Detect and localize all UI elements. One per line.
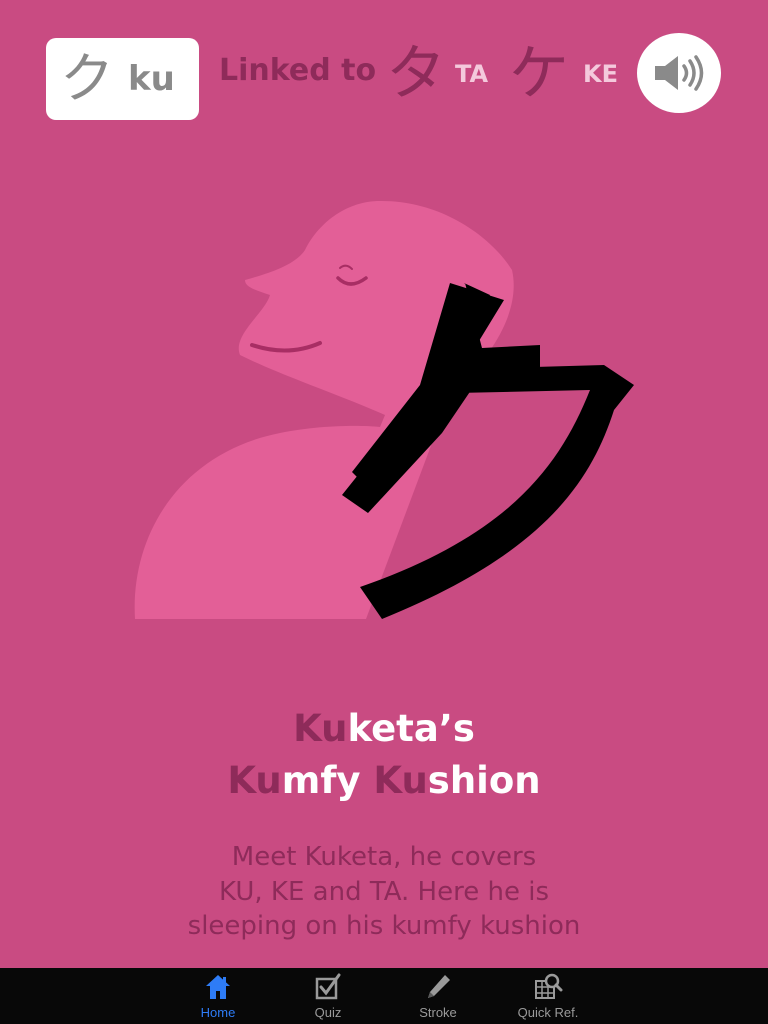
title-highlight-ku: Ku [227,759,282,802]
tab-bar: Home Quiz Stroke Quick Ref. [0,968,768,1024]
current-character-card: ク ku [46,38,199,120]
tab-label-quiz: Quiz [314,1005,342,1020]
tab-quick-ref[interactable]: Quick Ref. [493,968,603,1024]
tab-label-quick-ref: Quick Ref. [517,1005,579,1020]
title-highlight-ku: Ku [373,759,428,802]
title-text: keta’s [347,707,475,750]
tab-home[interactable]: Home [163,968,273,1024]
mnemonic-title-line-1: Kuketa’s [0,710,768,747]
title-highlight-ku: Ku [293,707,348,750]
speaker-icon [655,55,704,91]
play-sound-button[interactable] [637,33,721,113]
home-icon [206,975,230,999]
linked-kana-ta[interactable]: タ [386,44,446,104]
title-text: shion [427,759,541,802]
tab-label-home: Home [200,1005,236,1020]
linked-romaji-ta[interactable]: TA [455,62,488,86]
description-line: sleeping on his kumfy kushion [187,911,581,941]
tab-quiz[interactable]: Quiz [273,968,383,1024]
linked-to-label: Linked to [219,53,377,88]
current-kana: ク [60,47,114,110]
quiz-checkbox-icon [315,973,341,1000]
grid-search-icon [535,973,563,999]
linked-kana-ke[interactable]: ケ [509,44,569,104]
title-text: mfy [281,759,374,802]
description-line: KU, KE and TA. Here he is [219,876,549,907]
tab-stroke[interactable]: Stroke [383,968,493,1024]
tab-label-stroke: Stroke [419,1005,457,1020]
mnemonic-illustration [120,195,660,635]
description-line: Meet Kuketa, he covers [231,842,537,872]
pencil-icon [428,975,450,998]
mnemonic-title-line-2: Kumfy Kushion [0,762,768,799]
linked-romaji-ke[interactable]: KE [583,62,618,86]
mnemonic-description: Meet Kuketa, he covers KU, KE and TA. He… [0,840,768,944]
current-romaji: ku [128,59,175,99]
